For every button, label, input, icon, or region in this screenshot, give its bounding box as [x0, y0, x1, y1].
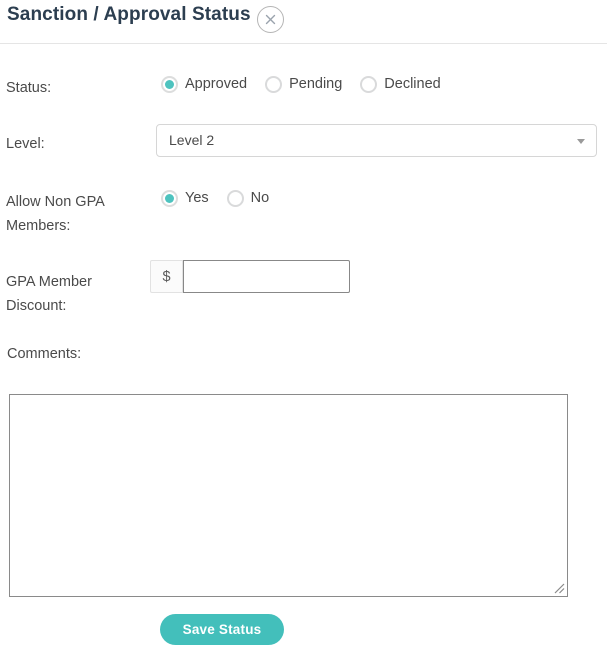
radio-label: Approved — [185, 76, 248, 92]
radio-status-approved[interactable]: Approved — [161, 76, 247, 93]
radio-status-pending[interactable]: Pending — [265, 76, 342, 93]
gpa-discount-label-line1: GPA Member — [6, 274, 92, 290]
allow-non-gpa-label-line1: Allow Non GPA — [6, 194, 105, 210]
radio-selected-icon — [161, 190, 178, 207]
chevron-down-icon — [577, 139, 585, 144]
level-select-value: Level 2 — [169, 132, 215, 148]
allow-non-gpa-label-line2: Members: — [6, 218, 71, 234]
gpa-discount-input[interactable] — [183, 260, 350, 293]
radio-label: Declined — [384, 76, 441, 92]
save-status-button[interactable]: Save Status — [160, 614, 284, 645]
page-title: Sanction / Approval Status — [7, 4, 251, 25]
level-select-wrapper: Level 2 — [156, 124, 597, 157]
currency-symbol: $ — [150, 260, 183, 293]
allow-non-gpa-radio-group: Yes No — [161, 190, 269, 207]
close-icon — [265, 14, 276, 25]
comments-textarea[interactable] — [9, 394, 568, 597]
gpa-discount-label: GPA Member Discount: — [6, 270, 146, 318]
status-radio-group: Approved Pending Declined — [161, 76, 441, 93]
radio-label: Yes — [185, 190, 209, 206]
level-select[interactable]: Level 2 — [156, 124, 597, 157]
comments-label: Comments: — [7, 346, 82, 362]
radio-allow-non-gpa-yes[interactable]: Yes — [161, 190, 209, 207]
gpa-discount-label-line2: Discount: — [6, 298, 67, 314]
radio-allow-non-gpa-no[interactable]: No — [226, 190, 270, 207]
level-label: Level: — [6, 136, 45, 152]
radio-status-declined[interactable]: Declined — [360, 76, 441, 93]
modal-header: Sanction / Approval Status — [0, 0, 607, 44]
radio-unselected-icon — [226, 190, 244, 207]
radio-label: No — [250, 190, 270, 206]
radio-unselected-icon — [265, 76, 283, 93]
allow-non-gpa-label: Allow Non GPA Members: — [6, 190, 146, 238]
close-circle-icon[interactable] — [257, 6, 284, 33]
radio-unselected-icon — [360, 76, 378, 93]
gpa-discount-input-group: $ — [150, 260, 350, 293]
radio-label: Pending — [289, 76, 343, 92]
radio-selected-icon — [161, 76, 178, 93]
status-label: Status: — [6, 80, 52, 96]
